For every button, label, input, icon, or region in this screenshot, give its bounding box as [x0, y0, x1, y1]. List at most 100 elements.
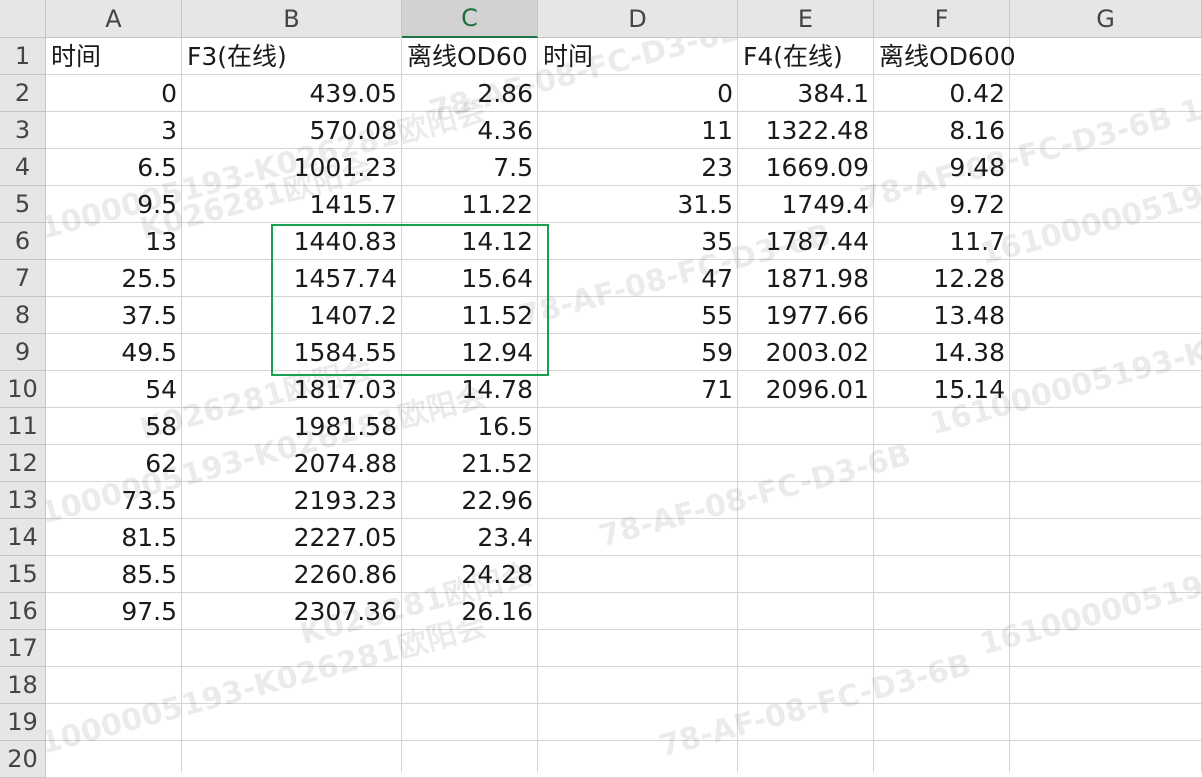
- cell-c7[interactable]: 15.64: [402, 260, 538, 297]
- cell-a16[interactable]: 97.5: [46, 593, 182, 630]
- cell-f3[interactable]: 8.16: [874, 112, 1010, 149]
- cell-c4[interactable]: 7.5: [402, 149, 538, 186]
- cell-a2[interactable]: 0: [46, 75, 182, 112]
- row-header-12[interactable]: 12: [0, 445, 46, 482]
- row-header-17[interactable]: 17: [0, 630, 46, 667]
- cell-d9[interactable]: 59: [538, 334, 738, 371]
- cell-d1[interactable]: 时间: [538, 38, 738, 75]
- cell-a4[interactable]: 6.5: [46, 149, 182, 186]
- select-all-corner[interactable]: [0, 0, 46, 38]
- cell-b12[interactable]: 2074.88: [182, 445, 402, 482]
- cell-b10[interactable]: 1817.03: [182, 371, 402, 408]
- cell-c15[interactable]: 24.28: [402, 556, 538, 593]
- row-header-7[interactable]: 7: [0, 260, 46, 297]
- cell-a15[interactable]: 85.5: [46, 556, 182, 593]
- cell-b5[interactable]: 1415.7: [182, 186, 402, 223]
- cell-f5[interactable]: 9.72: [874, 186, 1010, 223]
- column-header-c[interactable]: C: [402, 0, 538, 38]
- cell-c13[interactable]: 22.96: [402, 482, 538, 519]
- column-header-b[interactable]: B: [182, 0, 402, 38]
- cell-c8[interactable]: 11.52: [402, 297, 538, 334]
- row-header-3[interactable]: 3: [0, 112, 46, 149]
- cell-a6[interactable]: 13: [46, 223, 182, 260]
- cell-b2[interactable]: 439.05: [182, 75, 402, 112]
- cell-c9[interactable]: 12.94: [402, 334, 538, 371]
- row-header-18[interactable]: 18: [0, 667, 46, 704]
- cell-b4[interactable]: 1001.23: [182, 149, 402, 186]
- cell-d3[interactable]: 11: [538, 112, 738, 149]
- cell-e3[interactable]: 1322.48: [738, 112, 874, 149]
- row-header-5[interactable]: 5: [0, 186, 46, 223]
- cell-a13[interactable]: 73.5: [46, 482, 182, 519]
- cell-b11[interactable]: 1981.58: [182, 408, 402, 445]
- row-header-1[interactable]: 1: [0, 38, 46, 75]
- row-header-11[interactable]: 11: [0, 408, 46, 445]
- cell-c1[interactable]: 离线OD60: [402, 38, 538, 75]
- cell-a11[interactable]: 58: [46, 408, 182, 445]
- cell-b7[interactable]: 1457.74: [182, 260, 402, 297]
- row-header-19[interactable]: 19: [0, 704, 46, 741]
- row-header-6[interactable]: 6: [0, 223, 46, 260]
- cell-b8[interactable]: 1407.2: [182, 297, 402, 334]
- cell-f4[interactable]: 9.48: [874, 149, 1010, 186]
- column-header-f[interactable]: F: [874, 0, 1010, 38]
- cell-b9[interactable]: 1584.55: [182, 334, 402, 371]
- cell-a5[interactable]: 9.5: [46, 186, 182, 223]
- cell-a9[interactable]: 49.5: [46, 334, 182, 371]
- cell-f6[interactable]: 11.7: [874, 223, 1010, 260]
- spreadsheet-grid[interactable]: 78-AF-08-FC-D3-6B 161000005193-K026281欧阳会…: [0, 0, 1202, 778]
- cell-e7[interactable]: 1871.98: [738, 260, 874, 297]
- cell-b13[interactable]: 2193.23: [182, 482, 402, 519]
- row-header-14[interactable]: 14: [0, 519, 46, 556]
- cell-e4[interactable]: 1669.09: [738, 149, 874, 186]
- cell-e10[interactable]: 2096.01: [738, 371, 874, 408]
- cell-a12[interactable]: 62: [46, 445, 182, 482]
- row-header-13[interactable]: 13: [0, 482, 46, 519]
- cell-f10[interactable]: 15.14: [874, 371, 1010, 408]
- cell-c3[interactable]: 4.36: [402, 112, 538, 149]
- cell-e9[interactable]: 2003.02: [738, 334, 874, 371]
- cell-b6[interactable]: 1440.83: [182, 223, 402, 260]
- row-header-15[interactable]: 15: [0, 556, 46, 593]
- cell-f7[interactable]: 12.28: [874, 260, 1010, 297]
- cell-b15[interactable]: 2260.86: [182, 556, 402, 593]
- cell-e6[interactable]: 1787.44: [738, 223, 874, 260]
- cell-a7[interactable]: 25.5: [46, 260, 182, 297]
- cell-e5[interactable]: 1749.4: [738, 186, 874, 223]
- cell-d2[interactable]: 0: [538, 75, 738, 112]
- cell-b3[interactable]: 570.08: [182, 112, 402, 149]
- cell-a10[interactable]: 54: [46, 371, 182, 408]
- cell-a3[interactable]: 3: [46, 112, 182, 149]
- cell-e2[interactable]: 384.1: [738, 75, 874, 112]
- cell-a1[interactable]: 时间: [46, 38, 182, 75]
- cell-f8[interactable]: 13.48: [874, 297, 1010, 334]
- cell-c12[interactable]: 21.52: [402, 445, 538, 482]
- cell-b14[interactable]: 2227.05: [182, 519, 402, 556]
- cell-d5[interactable]: 31.5: [538, 186, 738, 223]
- row-header-10[interactable]: 10: [0, 371, 46, 408]
- cell-d4[interactable]: 23: [538, 149, 738, 186]
- cell-f9[interactable]: 14.38: [874, 334, 1010, 371]
- cell-c5[interactable]: 11.22: [402, 186, 538, 223]
- cell-d6[interactable]: 35: [538, 223, 738, 260]
- cell-c14[interactable]: 23.4: [402, 519, 538, 556]
- cell-c11[interactable]: 16.5: [402, 408, 538, 445]
- row-header-2[interactable]: 2: [0, 75, 46, 112]
- cell-c6[interactable]: 14.12: [402, 223, 538, 260]
- cell-b16[interactable]: 2307.36: [182, 593, 402, 630]
- cell-d7[interactable]: 47: [538, 260, 738, 297]
- row-header-16[interactable]: 16: [0, 593, 46, 630]
- cell-c2[interactable]: 2.86: [402, 75, 538, 112]
- column-header-g[interactable]: G: [1010, 0, 1202, 38]
- cell-f1[interactable]: 离线OD600: [874, 38, 1016, 75]
- cell-e1[interactable]: F4(在线): [738, 38, 874, 75]
- cell-a8[interactable]: 37.5: [46, 297, 182, 334]
- cell-a14[interactable]: 81.5: [46, 519, 182, 556]
- row-header-20[interactable]: 20: [0, 741, 46, 778]
- cell-f2[interactable]: 0.42: [874, 75, 1010, 112]
- row-header-8[interactable]: 8: [0, 297, 46, 334]
- cell-e8[interactable]: 1977.66: [738, 297, 874, 334]
- cell-c10[interactable]: 14.78: [402, 371, 538, 408]
- cell-d10[interactable]: 71: [538, 371, 738, 408]
- cell-b1[interactable]: F3(在线): [182, 38, 402, 75]
